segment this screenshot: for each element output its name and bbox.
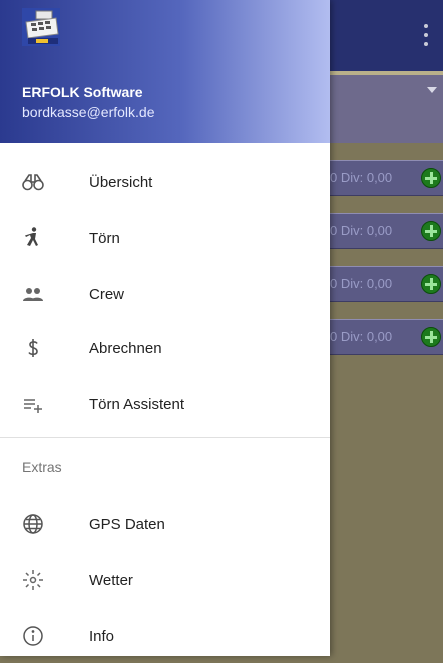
sun-icon xyxy=(20,567,46,593)
menu-item-label: Törn Assistent xyxy=(89,395,185,413)
binoculars-icon xyxy=(20,169,46,195)
menu-item-label: Wetter xyxy=(89,571,133,589)
row-summary: 0 Div: 0,00 xyxy=(330,329,393,344)
info-icon xyxy=(20,623,46,649)
add-icon[interactable] xyxy=(421,327,441,347)
row-summary: 0 Div: 0,00 xyxy=(330,170,393,185)
menu-item-info[interactable]: Info xyxy=(0,609,330,663)
navigation-drawer: ERFOLK Software bordkasse@erfolk.de Über… xyxy=(0,0,330,656)
menu-item-label: GPS Daten xyxy=(89,515,165,533)
globe-icon xyxy=(20,511,46,537)
menu-item-crew[interactable]: Crew xyxy=(0,267,330,321)
menu-item-label: Abrechnen xyxy=(89,339,162,357)
menu-item-wetter[interactable]: Wetter xyxy=(0,553,330,607)
menu-item-label: Übersicht xyxy=(89,173,153,191)
section-label-extras: Extras xyxy=(22,459,62,475)
add-icon[interactable] xyxy=(421,221,441,241)
dollar-icon xyxy=(20,335,46,361)
menu-item-label: Törn xyxy=(89,229,120,247)
menu-item-abrechnen[interactable]: Abrechnen xyxy=(0,321,330,375)
cash-register-icon xyxy=(22,8,60,46)
add-icon[interactable] xyxy=(421,274,441,294)
drawer-header: ERFOLK Software bordkasse@erfolk.de xyxy=(0,0,330,143)
people-icon xyxy=(20,281,46,307)
playlist-add-icon xyxy=(20,391,46,417)
row-summary: 0 Div: 0,00 xyxy=(330,276,393,291)
menu-item-label: Crew xyxy=(89,285,125,303)
overflow-menu-icon[interactable] xyxy=(419,22,433,48)
menu-item-toern[interactable]: Törn xyxy=(0,211,330,265)
menu-item-uebersicht[interactable]: Übersicht xyxy=(0,155,330,209)
menu-item-gps-daten[interactable]: GPS Daten xyxy=(0,497,330,551)
dropdown-arrow-icon xyxy=(427,87,437,93)
account-email: bordkasse@erfolk.de xyxy=(22,104,155,120)
account-name: ERFOLK Software xyxy=(22,84,143,100)
sailing-figure-icon xyxy=(20,225,46,251)
add-icon[interactable] xyxy=(421,168,441,188)
menu-item-toern-assistent[interactable]: Törn Assistent xyxy=(0,377,330,431)
divider xyxy=(0,437,330,438)
menu-item-label: Info xyxy=(89,627,115,645)
row-summary: 0 Div: 0,00 xyxy=(330,223,393,238)
